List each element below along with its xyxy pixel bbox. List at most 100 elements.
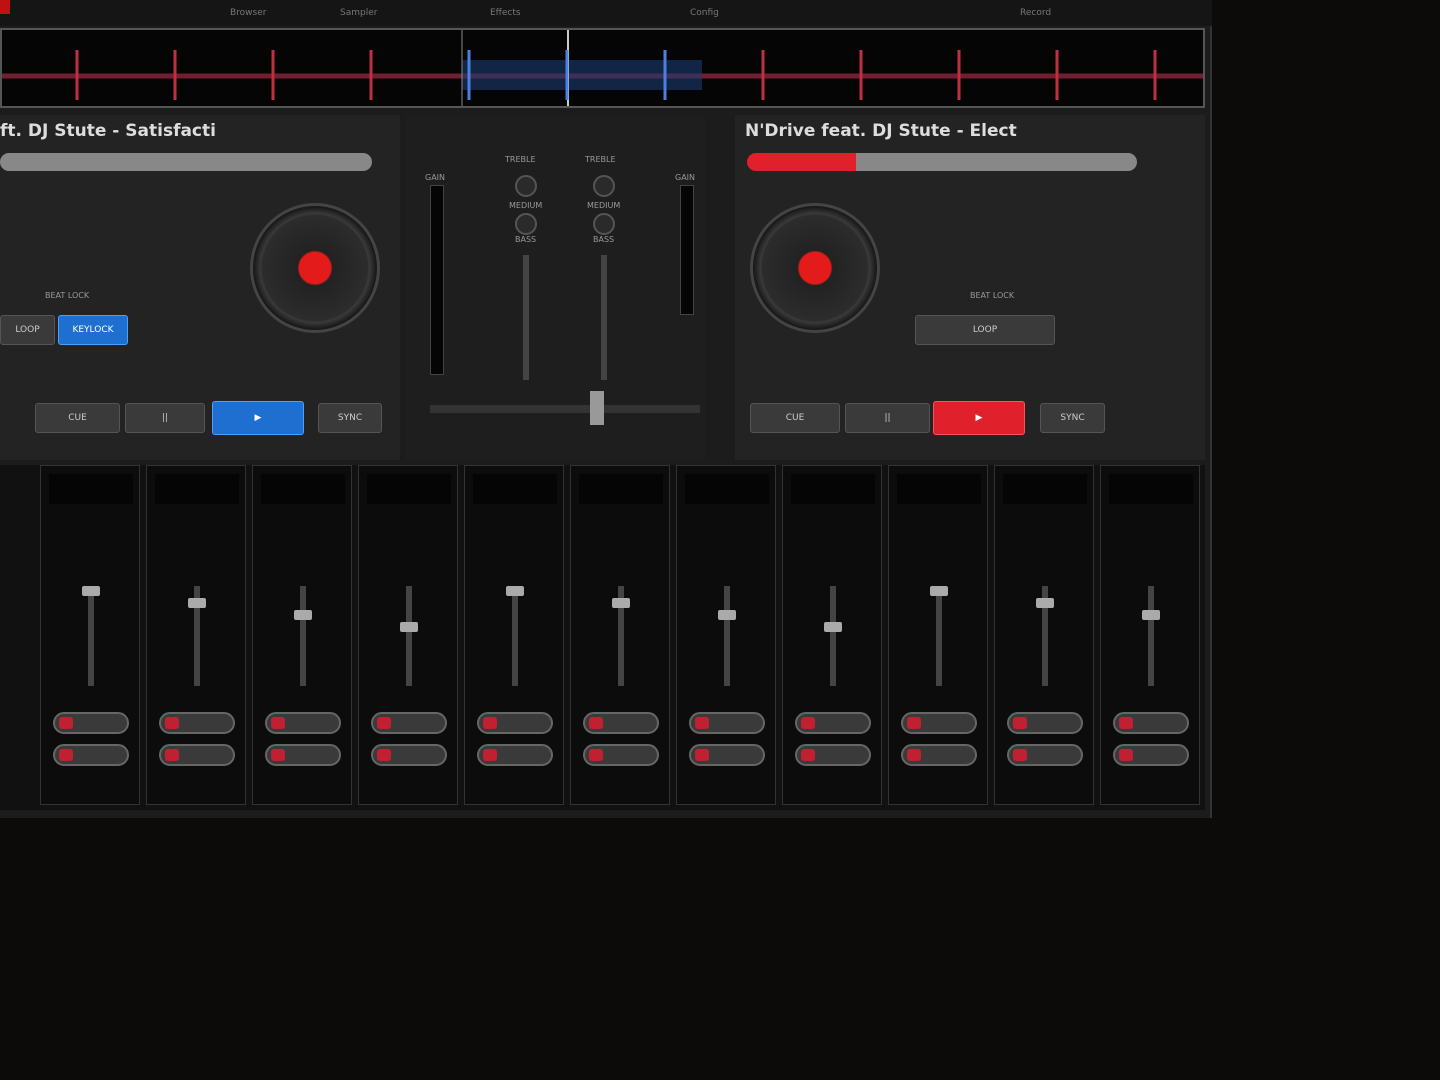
sampler-slot-display bbox=[1003, 474, 1087, 504]
sampler-loop-toggle[interactable] bbox=[795, 744, 871, 766]
sampler-loop-toggle[interactable] bbox=[371, 744, 447, 766]
deck-a: ft. DJ Stute - Satisfacti LOOP KEYLOCK B… bbox=[0, 115, 400, 460]
deck-b-cue-button[interactable]: CUE bbox=[750, 403, 840, 433]
eq-medium-label-a: MEDIUM bbox=[509, 201, 543, 210]
deck-b-progress[interactable] bbox=[747, 153, 1137, 171]
sampler-strip bbox=[1100, 465, 1200, 805]
sampler-loop-toggle[interactable] bbox=[1007, 744, 1083, 766]
sampler-volume-fader[interactable] bbox=[300, 586, 306, 686]
deck-a-jogwheel[interactable] bbox=[250, 203, 380, 333]
sampler-play-toggle[interactable] bbox=[1113, 712, 1189, 734]
loop-icon bbox=[271, 749, 285, 761]
sampler-strip bbox=[358, 465, 458, 805]
crossfader-handle[interactable] bbox=[590, 391, 604, 425]
deck-a-loop-button[interactable]: LOOP bbox=[0, 315, 55, 345]
sampler-fader-handle[interactable] bbox=[294, 610, 312, 620]
sampler-loop-toggle[interactable] bbox=[689, 744, 765, 766]
sampler-volume-fader[interactable] bbox=[88, 586, 94, 686]
sampler-play-toggle[interactable] bbox=[371, 712, 447, 734]
deck-b-stutter-button[interactable]: || bbox=[845, 403, 930, 433]
sampler-play-toggle[interactable] bbox=[583, 712, 659, 734]
eq-bass-knob-a[interactable] bbox=[515, 213, 537, 235]
sampler-volume-fader[interactable] bbox=[512, 586, 518, 686]
deck-b-jogwheel[interactable] bbox=[750, 203, 880, 333]
eq-bass-knob-b[interactable] bbox=[593, 213, 615, 235]
sampler-play-toggle[interactable] bbox=[901, 712, 977, 734]
sampler-loop-toggle[interactable] bbox=[583, 744, 659, 766]
sampler-play-toggle[interactable] bbox=[477, 712, 553, 734]
sampler-fader-handle[interactable] bbox=[506, 586, 524, 596]
play-icon bbox=[59, 717, 73, 729]
sampler-play-toggle[interactable] bbox=[53, 712, 129, 734]
sampler-fader-handle[interactable] bbox=[1036, 598, 1054, 608]
deck-b-loop-button[interactable]: LOOP bbox=[915, 315, 1055, 345]
sampler-loop-toggle[interactable] bbox=[477, 744, 553, 766]
play-icon bbox=[165, 717, 179, 729]
sampler-loop-toggle[interactable] bbox=[1113, 744, 1189, 766]
sampler-fader-handle[interactable] bbox=[718, 610, 736, 620]
sampler-loop-toggle[interactable] bbox=[901, 744, 977, 766]
mixer: GAIN GAIN TREBLE TREBLE MEDIUM MEDIUM BA… bbox=[405, 115, 705, 460]
sampler-volume-fader[interactable] bbox=[406, 586, 412, 686]
sampler-fader-handle[interactable] bbox=[824, 622, 842, 632]
tab-effects[interactable]: Effects bbox=[490, 8, 521, 18]
play-icon bbox=[271, 717, 285, 729]
top-bar: Browser Sampler Effects Config Record bbox=[0, 0, 1212, 26]
close-icon[interactable] bbox=[0, 0, 10, 14]
play-icon bbox=[907, 717, 921, 729]
crossfader[interactable] bbox=[430, 405, 700, 413]
tab-record[interactable]: Record bbox=[1020, 8, 1051, 18]
sampler-volume-fader[interactable] bbox=[724, 586, 730, 686]
tab-browser[interactable]: Browser bbox=[230, 8, 266, 18]
sampler-play-toggle[interactable] bbox=[689, 712, 765, 734]
sampler-fader-handle[interactable] bbox=[82, 586, 100, 596]
eq-medium-knob-a[interactable] bbox=[515, 175, 537, 197]
volume-fader-a[interactable] bbox=[523, 255, 529, 380]
sampler-slot-display bbox=[473, 474, 557, 504]
waveform-display[interactable] bbox=[0, 28, 1205, 108]
sampler-loop-toggle[interactable] bbox=[159, 744, 235, 766]
sampler-fader-handle[interactable] bbox=[400, 622, 418, 632]
play-icon bbox=[589, 717, 603, 729]
deck-b-vu-meter bbox=[680, 185, 694, 315]
deck-a-cue-button[interactable]: CUE bbox=[35, 403, 120, 433]
eq-medium-label-b: MEDIUM bbox=[587, 201, 621, 210]
sampler-play-toggle[interactable] bbox=[265, 712, 341, 734]
deck-a-play-button[interactable]: ▶ bbox=[212, 401, 304, 435]
eq-bass-label-b: BASS bbox=[593, 235, 615, 244]
sampler-play-toggle[interactable] bbox=[795, 712, 871, 734]
loop-icon bbox=[695, 749, 709, 761]
sampler-play-toggle[interactable] bbox=[1007, 712, 1083, 734]
tab-sampler[interactable]: Sampler bbox=[340, 8, 377, 18]
tab-config[interactable]: Config bbox=[690, 8, 719, 18]
deck-a-stutter-button[interactable]: || bbox=[125, 403, 205, 433]
sampler-fader-handle[interactable] bbox=[1142, 610, 1160, 620]
sampler-fader-handle[interactable] bbox=[612, 598, 630, 608]
sampler-volume-fader[interactable] bbox=[1148, 586, 1154, 686]
sampler-slot-display bbox=[579, 474, 663, 504]
sampler-fader-handle[interactable] bbox=[188, 598, 206, 608]
loop-icon bbox=[1119, 749, 1133, 761]
deck-b-beatlock-label: BEAT LOCK bbox=[970, 291, 1015, 300]
sampler-volume-fader[interactable] bbox=[936, 586, 942, 686]
sampler-play-toggle[interactable] bbox=[159, 712, 235, 734]
sampler-slot-display bbox=[1109, 474, 1193, 504]
sampler-slot-display bbox=[155, 474, 239, 504]
volume-fader-b[interactable] bbox=[601, 255, 607, 380]
deck-b-play-button[interactable]: ▶ bbox=[933, 401, 1025, 435]
deck-a-progress[interactable] bbox=[0, 153, 372, 171]
sampler-loop-toggle[interactable] bbox=[265, 744, 341, 766]
sampler-slot-display bbox=[791, 474, 875, 504]
deck-a-sync-button[interactable]: SYNC bbox=[318, 403, 382, 433]
deck-a-keylock-button[interactable]: KEYLOCK bbox=[58, 315, 128, 345]
sampler-volume-fader[interactable] bbox=[830, 586, 836, 686]
deck-a-vu-meter bbox=[430, 185, 444, 375]
sampler-fader-handle[interactable] bbox=[930, 586, 948, 596]
play-icon bbox=[483, 717, 497, 729]
sampler-loop-toggle[interactable] bbox=[53, 744, 129, 766]
eq-treble-label-a: TREBLE bbox=[505, 155, 536, 164]
sampler-slot-display bbox=[49, 474, 133, 504]
eq-medium-knob-b[interactable] bbox=[593, 175, 615, 197]
deck-b-sync-button[interactable]: SYNC bbox=[1040, 403, 1105, 433]
deck-b: N'Drive feat. DJ Stute - Elect LOOP BEAT… bbox=[735, 115, 1205, 460]
